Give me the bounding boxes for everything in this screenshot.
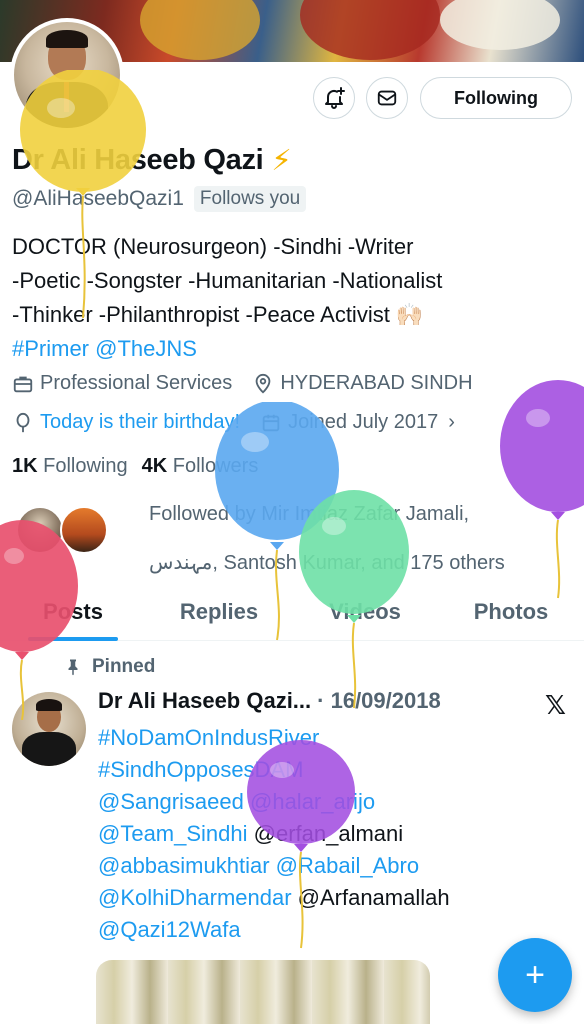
post-body-line: @Qazi12Wafa	[98, 914, 450, 946]
post-date[interactable]: · 16/09/2018	[317, 688, 441, 714]
profile-meta-row: Professional Services HYDERABAD SINDH	[12, 372, 493, 395]
post-body-line: @Team_Sindhi @erfan_almani	[98, 818, 450, 850]
x-logo-icon[interactable]: 𝕏	[545, 690, 566, 721]
tab-replies[interactable]: Replies	[146, 586, 292, 640]
tab-videos[interactable]: Videos	[292, 586, 438, 640]
profile-category: Professional Services	[40, 372, 233, 394]
post-body-line: @Sangrisaeed @halar_arijo	[98, 786, 450, 818]
tab-posts[interactable]: Posts	[0, 586, 146, 641]
followed-by-text: Followed by Mir Imtiaz Zafar Jamali, مہن…	[149, 503, 505, 574]
followers-count-link[interactable]: 4K Followers	[142, 455, 259, 478]
lightning-icon: ⚡	[271, 145, 292, 177]
post-body-line: @KolhiDharmendar @Arfanamallah	[98, 882, 450, 914]
post-text: @erfan_almani	[247, 821, 404, 846]
pin-icon	[68, 659, 78, 676]
plus-icon: +	[525, 955, 545, 994]
follower-avatar	[60, 506, 108, 554]
profile-name-text: Dr Ali Haseeb Qazi	[12, 144, 264, 176]
follows-you-badge: Follows you	[193, 186, 307, 212]
briefcase-icon	[13, 376, 33, 392]
balloon-icon	[16, 412, 30, 432]
chevron-right-icon[interactable]: ›	[448, 411, 455, 434]
bio-line: DOCTOR (Neurosurgeon) -Sindhi -Writer	[12, 234, 414, 259]
bell-plus-icon	[325, 87, 345, 109]
post-mention-link[interactable]: @abbasimukhtiar	[98, 853, 270, 878]
profile-bio: DOCTOR (Neurosurgeon) -Sindhi -Writer -P…	[12, 230, 578, 366]
compose-post-button[interactable]: +	[498, 938, 572, 1012]
profile-location: HYDERABAD SINDH	[280, 372, 473, 394]
message-button[interactable]	[366, 77, 408, 119]
post-author-name[interactable]: Dr Ali Haseeb Qazi...	[98, 688, 311, 714]
post-mention-link[interactable]: @Rabail_Abro	[276, 853, 419, 878]
post-mention-link[interactable]: @Qazi12Wafa	[98, 917, 241, 942]
post-body-line: #NoDamOnIndusRiver	[98, 722, 450, 754]
profile-avatar[interactable]	[10, 18, 124, 132]
followed-by-section[interactable]: Followed by Mir Imtiaz Zafar Jamali, مہن…	[12, 490, 584, 574]
post-mention-link[interactable]: @halar_arijo	[250, 789, 375, 814]
post-mention-link[interactable]: #SindhOpposesDAM	[98, 757, 303, 782]
joined-date: Joined July 2017	[288, 411, 439, 433]
post-author-avatar[interactable]	[12, 692, 86, 766]
follower-avatar	[16, 506, 64, 554]
profile-name: Dr Ali Haseeb Qazi ⚡	[12, 143, 292, 178]
post-mention-link[interactable]: @Sangrisaeed	[98, 789, 244, 814]
notifications-bell-button[interactable]	[313, 77, 355, 119]
profile-meta-row-2: Today is their birthday! Joined July 201…	[12, 411, 475, 434]
bio-line: -Poetic -Songster -Humanitarian -Nationa…	[12, 268, 443, 293]
bio-mention-link[interactable]: @TheJNS	[95, 336, 197, 361]
bio-hashtag-link[interactable]: #Primer	[12, 336, 89, 361]
post-body-line: #SindhOpposesDAM	[98, 754, 450, 786]
post-mention-link[interactable]: @Team_Sindhi	[98, 821, 248, 846]
post-text: @Arfanamallah	[291, 885, 450, 910]
handle-row: @AliHaseebQazi1 Follows you	[12, 186, 307, 212]
post-header: Dr Ali Haseeb Qazi... · 16/09/2018	[98, 688, 441, 714]
location-pin-icon	[255, 373, 271, 394]
follow-counts: 1K Following 4K Followers	[12, 455, 258, 478]
post-body-line: @abbasimukhtiar @Rabail_Abro	[98, 850, 450, 882]
profile-tabs: Posts Replies Videos Photos	[0, 586, 584, 641]
post-media-preview[interactable]	[96, 960, 430, 1024]
post-mention-link[interactable]: #NoDamOnIndusRiver	[98, 725, 319, 750]
calendar-icon	[262, 414, 280, 431]
pinned-indicator: Pinned	[64, 656, 155, 678]
following-button[interactable]: Following	[420, 77, 572, 119]
post-mention-link[interactable]: @KolhiDharmendar	[98, 885, 292, 910]
envelope-icon	[377, 90, 397, 106]
bio-line: -Thinker -Philanthropist -Peace Activist…	[12, 302, 424, 327]
tab-photos[interactable]: Photos	[438, 586, 584, 640]
birthday-link[interactable]: Today is their birthday!	[40, 411, 240, 434]
post-body: #NoDamOnIndusRiver #SindhOpposesDAM @Sangr…	[98, 722, 450, 946]
profile-handle: @AliHaseebQazi1	[12, 187, 184, 210]
following-count-link[interactable]: 1K Following	[12, 455, 128, 478]
